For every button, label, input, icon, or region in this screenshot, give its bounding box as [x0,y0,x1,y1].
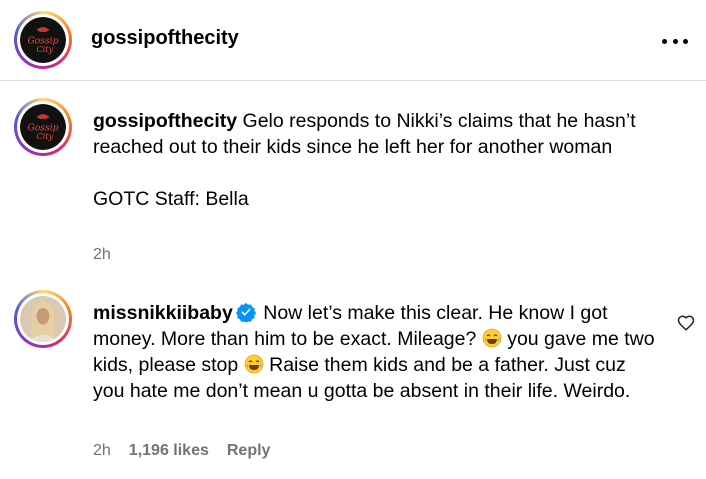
caption-timestamp[interactable]: 2h [93,246,111,264]
reply-button[interactable]: Reply [227,442,271,460]
avatar[interactable] [14,290,72,348]
gossip-of-the-city-logo-icon: Gossip City [20,17,66,63]
post-caption: Gossip City gossipofthecity Gelo respond… [0,98,706,273]
comment-meta: 2h 1,196 likes Reply [93,442,270,460]
laughing-emoji-icon [482,328,502,348]
header-username[interactable]: gossipofthecity [91,27,239,50]
caption-staff-credit: GOTC Staff: Bella [93,188,249,210]
heart-outline-icon[interactable] [677,314,695,332]
comment-timestamp[interactable]: 2h [93,442,111,460]
post-header: Gossip City gossipofthecity [0,0,706,81]
caption-username[interactable]: gossipofthecity [93,110,237,132]
comment-username[interactable]: missnikkiibaby [93,302,233,324]
laughing-emoji-icon [244,354,264,374]
likes-count[interactable]: 1,196 likes [129,442,209,460]
more-options-icon[interactable] [662,36,688,46]
avatar[interactable]: Gossip City [14,11,72,69]
avatar[interactable]: Gossip City [14,98,72,156]
comment-body: missnikkiibaby Now let’s make this clear… [93,300,658,404]
comment: missnikkiibaby Now let’s make this clear… [0,290,706,479]
caption-body: gossipofthecity Gelo responds to Nikki’s… [93,108,658,212]
gossip-of-the-city-logo-icon: Gossip City [20,104,66,150]
svg-text:City: City [36,44,53,54]
user-avatar-photo [20,296,66,342]
svg-text:City: City [36,131,53,141]
verified-badge-icon [235,303,256,322]
